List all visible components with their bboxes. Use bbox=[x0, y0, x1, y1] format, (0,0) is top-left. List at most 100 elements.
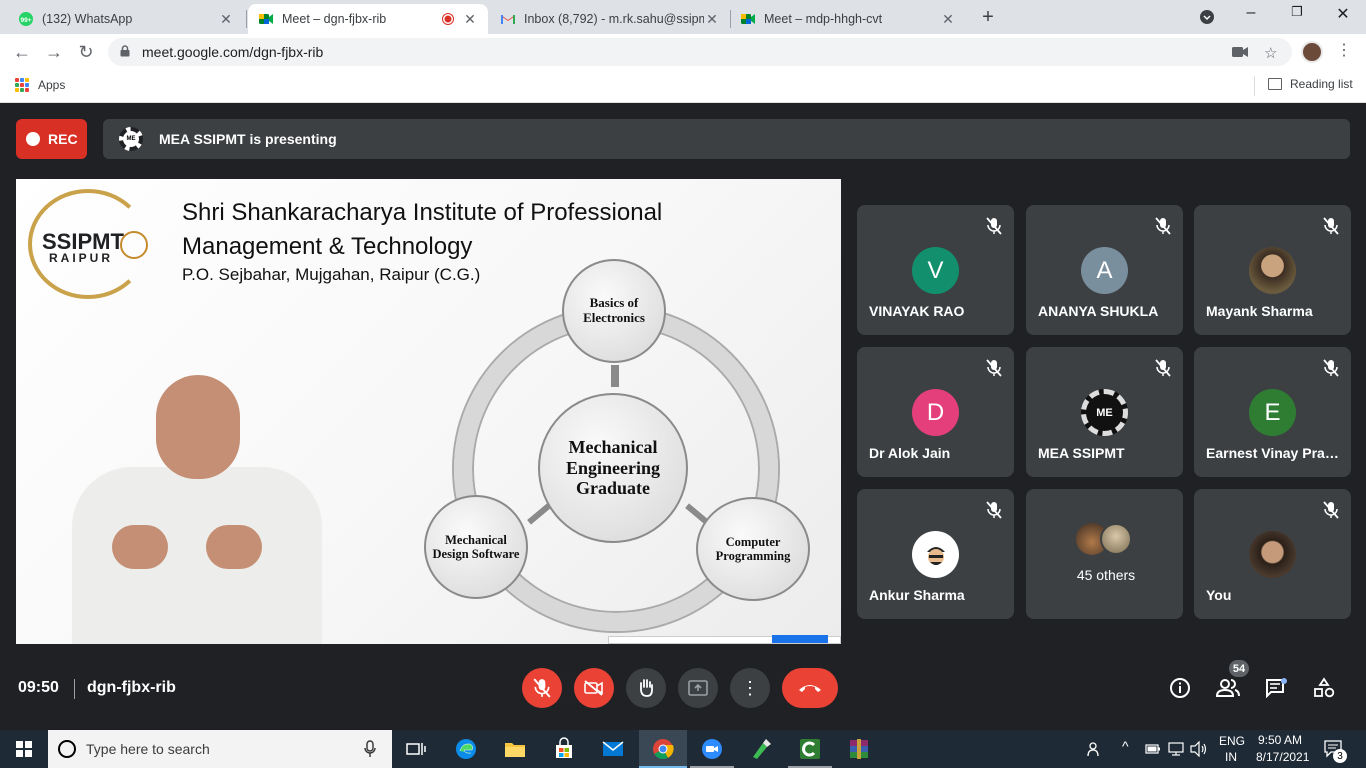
mic-off-icon bbox=[1155, 359, 1171, 377]
camera-icon[interactable] bbox=[1232, 46, 1248, 58]
task-view-icon[interactable] bbox=[404, 737, 428, 761]
input-language[interactable]: ENG bbox=[1219, 734, 1245, 748]
zoom-icon[interactable] bbox=[700, 737, 724, 761]
taskbar-time[interactable]: 9:50 AM bbox=[1258, 733, 1302, 747]
close-tab-icon[interactable]: ✕ bbox=[704, 11, 720, 28]
close-tab-icon[interactable]: ✕ bbox=[462, 11, 478, 28]
tab-title: Meet – mdp-hhgh-cvt bbox=[764, 12, 883, 26]
bookmark-star-icon[interactable]: ☆ bbox=[1264, 44, 1277, 62]
search-placeholder: Type here to search bbox=[86, 741, 210, 757]
camera-off-icon bbox=[584, 680, 603, 696]
meeting-details-button[interactable] bbox=[1168, 676, 1192, 700]
leave-call-button[interactable] bbox=[782, 668, 838, 708]
show-hidden-icons[interactable]: ^ bbox=[1122, 738, 1129, 754]
hand-icon bbox=[640, 679, 653, 697]
close-window-button[interactable]: ✕ bbox=[1328, 4, 1358, 24]
self-tile[interactable]: You bbox=[1194, 489, 1351, 619]
node-basics-electronics: Basics of Electronics bbox=[562, 259, 666, 363]
tab-gmail[interactable]: Inbox (8,792) - m.rk.sahu@ssipmt ✕ bbox=[490, 4, 730, 34]
marker-tool-icon[interactable] bbox=[749, 737, 773, 761]
apps-bookmark[interactable]: Apps bbox=[38, 78, 65, 92]
whatsapp-icon: 99+ bbox=[19, 12, 33, 26]
volume-icon[interactable] bbox=[1190, 741, 1208, 757]
camera-toggle-button[interactable] bbox=[574, 668, 614, 708]
raise-hand-button[interactable] bbox=[626, 668, 666, 708]
battery-icon[interactable] bbox=[1145, 742, 1161, 756]
presenter-logo: ME bbox=[119, 127, 143, 151]
present-screen-button[interactable] bbox=[678, 668, 718, 708]
presenting-banner: ME MEA SSIPMT is presenting bbox=[103, 119, 1350, 159]
lock-icon bbox=[120, 45, 130, 57]
participant-tile[interactable]: D Dr Alok Jain bbox=[857, 347, 1014, 477]
microsoft-store-icon[interactable] bbox=[552, 737, 576, 761]
address-bar[interactable]: meet.google.com/dgn-fjbx-rib ☆ bbox=[108, 38, 1292, 66]
back-button[interactable]: ← bbox=[11, 41, 33, 63]
presentation-stage: SSIPMT RAIPUR Shri Shankaracharya Instit… bbox=[16, 179, 841, 644]
tab-search-icon[interactable] bbox=[1199, 9, 1215, 25]
bookmarks-bar: Apps Reading list bbox=[0, 70, 1366, 103]
participant-tile[interactable]: E Earnest Vinay Prasad bbox=[1194, 347, 1351, 477]
input-region[interactable]: IN bbox=[1225, 750, 1237, 764]
people-tray-icon[interactable] bbox=[1086, 740, 1104, 758]
activities-shapes-icon bbox=[1314, 677, 1335, 698]
winrar-icon[interactable] bbox=[847, 737, 871, 761]
windows-start-icon[interactable] bbox=[16, 741, 32, 757]
mic-off-icon bbox=[533, 678, 551, 698]
participant-name: VINAYAK RAO bbox=[869, 303, 965, 319]
participant-tile[interactable]: ME MEA SSIPMT bbox=[1026, 347, 1183, 477]
reading-list-button[interactable]: Reading list bbox=[1268, 77, 1353, 91]
file-explorer-icon[interactable] bbox=[503, 737, 527, 761]
tab-whatsapp[interactable]: 99+ (132) WhatsApp ✕ bbox=[8, 4, 244, 34]
network-icon[interactable] bbox=[1168, 741, 1184, 757]
avatar: E bbox=[1249, 389, 1296, 436]
new-tab-button[interactable]: + bbox=[976, 6, 1000, 29]
url-text: meet.google.com/dgn-fjbx-rib bbox=[142, 44, 324, 60]
presenter-head bbox=[156, 375, 240, 479]
presenter-hand-left bbox=[112, 525, 168, 569]
recording-indicator-icon bbox=[442, 13, 454, 25]
minimize-button[interactable]: – bbox=[1236, 4, 1266, 22]
presenter-shirt bbox=[72, 467, 322, 644]
microphone-icon[interactable] bbox=[364, 740, 376, 758]
tab-title: Meet – dgn-fjbx-rib bbox=[282, 12, 387, 26]
tab-meet-active[interactable]: Meet – dgn-fjbx-rib ✕ bbox=[248, 4, 488, 34]
profile-avatar[interactable] bbox=[1301, 41, 1323, 63]
clock-separator bbox=[74, 679, 75, 699]
participant-tile[interactable]: Ankur Sharma bbox=[857, 489, 1014, 619]
presenter-hand-right bbox=[206, 525, 262, 569]
chrome-icon[interactable] bbox=[651, 737, 675, 761]
people-button[interactable] bbox=[1216, 676, 1240, 700]
more-vert-icon: ⋮ bbox=[741, 677, 759, 698]
recording-badge[interactable]: REC bbox=[16, 119, 87, 159]
more-options-button[interactable]: ⋮ bbox=[730, 668, 770, 708]
microphone-toggle-button[interactable] bbox=[522, 668, 562, 708]
others-tile[interactable]: 45 others bbox=[1026, 489, 1183, 619]
slide-title-line-2: Management & Technology bbox=[182, 233, 473, 260]
reload-button[interactable]: ↻ bbox=[75, 41, 97, 63]
cartoon-face-icon bbox=[926, 546, 945, 565]
participant-name: ANANYA SHUKLA bbox=[1038, 303, 1159, 319]
restore-button[interactable]: ❐ bbox=[1282, 4, 1312, 20]
browser-menu-icon[interactable]: ⋮ bbox=[1336, 40, 1352, 60]
meeting-clock: 09:50 bbox=[18, 679, 59, 696]
close-tab-icon[interactable]: ✕ bbox=[940, 11, 956, 28]
participant-tile[interactable]: V VINAYAK RAO bbox=[857, 205, 1014, 335]
presenter-video bbox=[16, 375, 326, 644]
taskbar-search[interactable]: Type here to search bbox=[48, 730, 392, 768]
participant-tile[interactable]: A ANANYA SHUKLA bbox=[1026, 205, 1183, 335]
participant-name: Earnest Vinay Prasad bbox=[1206, 445, 1342, 461]
taskbar-date[interactable]: 8/17/2021 bbox=[1256, 750, 1309, 764]
close-tab-icon[interactable]: ✕ bbox=[218, 11, 234, 28]
avatar: V bbox=[912, 247, 959, 294]
participant-tile[interactable]: Mayank Sharma bbox=[1194, 205, 1351, 335]
apps-grid-icon[interactable] bbox=[15, 78, 29, 92]
forward-button[interactable]: → bbox=[43, 41, 65, 63]
camtasia-icon[interactable] bbox=[798, 737, 822, 761]
tab-meet-2[interactable]: Meet – mdp-hhgh-cvt ✕ bbox=[730, 4, 966, 34]
edge-icon[interactable] bbox=[454, 737, 478, 761]
activities-button[interactable] bbox=[1312, 676, 1336, 700]
node-mechanical-graduate: Mechanical Engineering Graduate bbox=[538, 393, 688, 543]
chat-button[interactable] bbox=[1264, 676, 1288, 700]
mail-icon[interactable] bbox=[601, 737, 625, 761]
institute-emblem-icon bbox=[120, 231, 148, 259]
